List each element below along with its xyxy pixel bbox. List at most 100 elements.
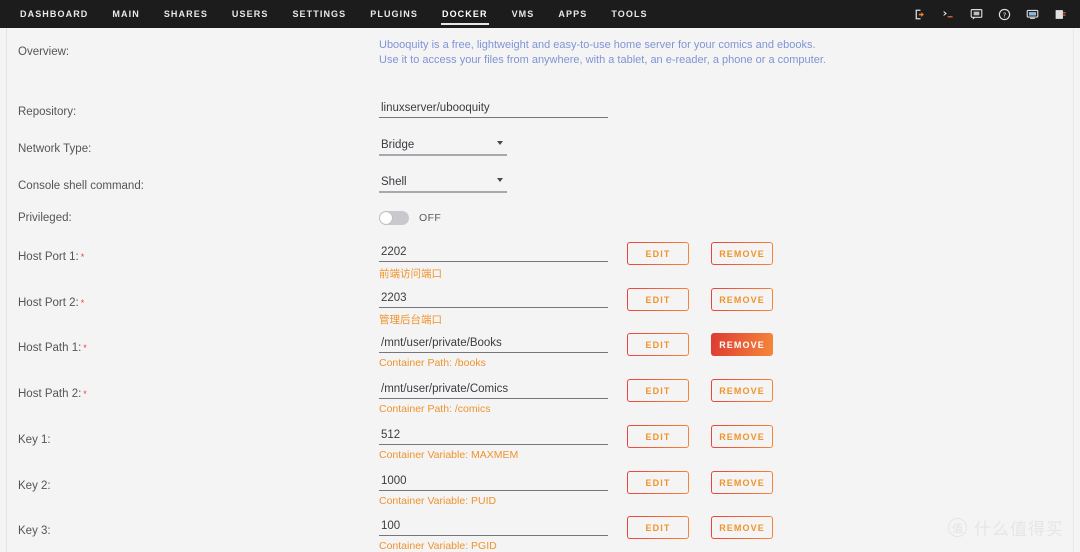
console-shell-selected-value: Shell	[381, 176, 407, 188]
nav-item-settings[interactable]: SETTINGS	[280, 0, 358, 28]
archive-icon[interactable]	[1046, 0, 1074, 28]
nav-item-main[interactable]: MAIN	[100, 0, 151, 28]
nav-item-users[interactable]: USERS	[220, 0, 281, 28]
overview-label: Overview:	[18, 46, 69, 58]
row-0-label: Host Port 1: *	[18, 251, 84, 263]
row-2-label-text: Host Path 1:	[18, 342, 82, 354]
console-shell-label-text: Console shell command:	[18, 180, 144, 192]
repository-label: Repository:	[18, 106, 76, 118]
row-3-hint: Container Path: /comics	[379, 403, 491, 415]
repository-label-text: Repository:	[18, 106, 77, 118]
row-4-label: Key 1:	[18, 434, 51, 446]
network-type-label-text: Network Type:	[18, 143, 92, 155]
settings-row: Host Port 1:* 前端访问端口 EDIT REMOVE	[0, 243, 1080, 288]
help-icon[interactable]: ?	[990, 0, 1018, 28]
required-asterisk: *	[80, 252, 85, 262]
settings-row: Key 2: Container Variable: PUID EDIT REMOVE	[0, 472, 1080, 517]
row-5-value-input[interactable]	[379, 475, 608, 491]
row-4-label-text: Key 1:	[18, 434, 51, 446]
privileged-state-label: OFF	[419, 212, 442, 224]
row-2-hint: Container Path: /books	[379, 357, 486, 369]
privileged-label: Privileged:	[18, 212, 72, 224]
nav-icon-group: ?	[906, 0, 1074, 28]
row-4-hint: Container Variable: MAXMEM	[379, 449, 519, 461]
logout-icon[interactable]	[906, 0, 934, 28]
required-asterisk: *	[80, 298, 85, 308]
row-3-label-text: Host Path 2:	[18, 388, 82, 400]
watermark: 值 什么值得买	[948, 515, 1064, 540]
display-icon[interactable]	[1018, 0, 1046, 28]
row-3-edit-button[interactable]: EDIT	[627, 379, 689, 402]
required-asterisk: *	[83, 389, 87, 399]
toggle-knob	[380, 212, 392, 224]
row-0-hint: 前端访问端口	[379, 268, 442, 280]
row-5-label: Key 2:	[18, 480, 51, 492]
nav-item-shares[interactable]: SHARES	[152, 0, 220, 28]
network-type-select[interactable]: Bridge	[379, 139, 507, 156]
row-4-value-input[interactable]	[379, 429, 608, 445]
row-5-remove-button[interactable]: REMOVE	[711, 471, 773, 494]
row-1-hint: 管理后台端口	[379, 314, 442, 326]
row-6-remove-button[interactable]: REMOVE	[711, 516, 773, 539]
network-type-selected-value: Bridge	[381, 139, 415, 151]
row-1-value-input[interactable]	[379, 292, 608, 308]
row-0-remove-button[interactable]: REMOVE	[711, 242, 773, 265]
chevron-down-icon	[497, 178, 503, 182]
settings-row: Host Path 1:* Container Path: /books EDIT R…	[0, 333, 1080, 379]
privileged-toggle[interactable]	[379, 211, 409, 225]
nav-item-plugins[interactable]: PLUGINS	[358, 0, 430, 28]
row-1-edit-button[interactable]: EDIT	[627, 288, 689, 311]
row-2-label: Host Path 1: *	[18, 342, 87, 354]
row-6-label-text: Key 3:	[18, 525, 51, 537]
row-0-value-input[interactable]	[379, 246, 608, 262]
row-4-edit-button[interactable]: EDIT	[627, 425, 689, 448]
row-2-edit-button[interactable]: EDIT	[627, 333, 689, 356]
row-3-value-input[interactable]	[379, 383, 608, 399]
repository-input[interactable]	[379, 102, 608, 118]
required-asterisk: *	[83, 343, 87, 353]
row-2-value-input[interactable]	[379, 337, 608, 353]
row-0-edit-button[interactable]: EDIT	[627, 242, 689, 265]
nav-item-apps[interactable]: APPS	[546, 0, 599, 28]
top-navigation-bar: DASHBOARD MAIN SHARES USERS SETTINGS PLUGINS D…	[0, 0, 1080, 28]
row-5-label-text: Key 2:	[18, 480, 51, 492]
row-5-edit-button[interactable]: EDIT	[627, 471, 689, 494]
terminal-icon[interactable]	[934, 0, 962, 28]
overview-description: Ubooquity is a free, lightweight and eas…	[379, 38, 826, 68]
row-2-remove-button[interactable]: REMOVE	[711, 333, 773, 356]
row-6-hint: Container Variable: PGID	[379, 540, 497, 552]
overview-label-text: Overview:	[18, 46, 70, 58]
feedback-icon[interactable]	[962, 0, 990, 28]
row-0-label-text: Host Port 1:	[18, 251, 79, 263]
row-6-label: Key 3:	[18, 525, 51, 537]
settings-row: Key 1: Container Variable: MAXMEM EDIT REMO…	[0, 426, 1080, 471]
row-3-remove-button[interactable]: REMOVE	[711, 379, 773, 402]
svg-text:?: ?	[1002, 11, 1006, 19]
nav-items: DASHBOARD MAIN SHARES USERS SETTINGS PLUGINS D…	[0, 0, 660, 28]
row-5-hint: Container Variable: PUID	[379, 495, 497, 507]
watermark-text: 什么值得买	[974, 520, 1064, 540]
row-6-value-input[interactable]	[379, 520, 608, 536]
watermark-badge: 值	[948, 518, 967, 537]
docker-container-settings-page: Overview: Ubooquity is a free, lightweigh…	[0, 28, 1080, 552]
settings-row: Key 3: Container Variable: PGID EDIT REMOVE	[0, 517, 1080, 552]
row-4-remove-button[interactable]: REMOVE	[711, 425, 773, 448]
overview-line2: Use it to access your files from anywher…	[379, 54, 826, 66]
nav-item-tools[interactable]: TOOLS	[599, 0, 659, 28]
nav-item-docker[interactable]: DOCKER	[430, 0, 500, 28]
nav-item-dashboard[interactable]: DASHBOARD	[8, 0, 100, 28]
console-shell-select[interactable]: Shell	[379, 176, 507, 193]
row-6-edit-button[interactable]: EDIT	[627, 516, 689, 539]
chevron-down-icon	[497, 141, 503, 145]
privileged-label-text: Privileged:	[18, 212, 72, 224]
nav-item-vms[interactable]: VMS	[500, 0, 547, 28]
row-3-label: Host Path 2: *	[18, 388, 87, 400]
settings-row: Host Path 2:* Container Path: /comics EDIT…	[0, 380, 1080, 425]
overview-line1: Ubooquity is a free, lightweight and eas…	[379, 39, 816, 51]
console-shell-label: Console shell command:	[18, 180, 144, 192]
row-1-remove-button[interactable]: REMOVE	[711, 288, 773, 311]
row-1-label-text: Host Port 2:	[18, 297, 79, 309]
row-1-label: Host Port 2: *	[18, 297, 84, 309]
network-type-label: Network Type:	[18, 143, 91, 155]
settings-row: Host Port 2:* 管理后台端口 EDIT REMOVE	[0, 289, 1080, 334]
